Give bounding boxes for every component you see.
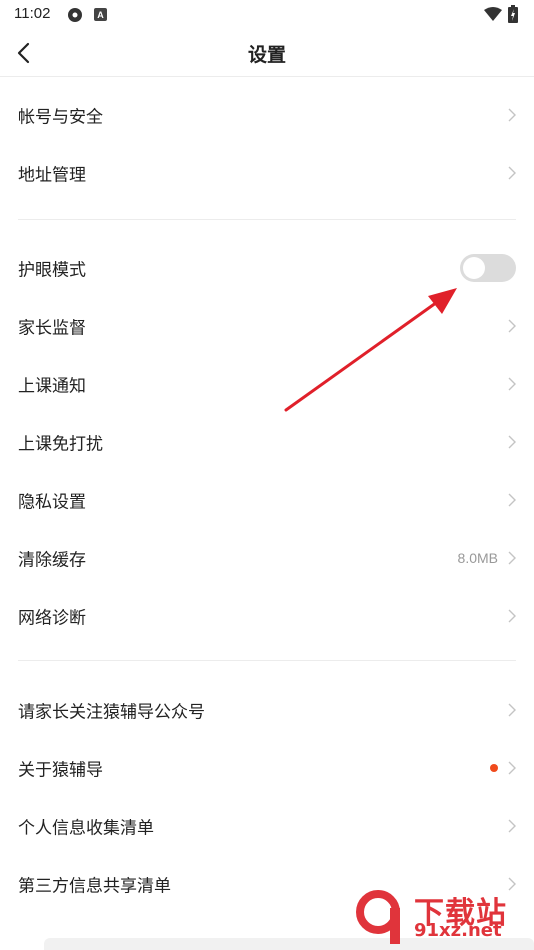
chevron-right-icon (508, 703, 516, 717)
settings-item-label: 家长监督 (18, 318, 86, 338)
battery-icon (508, 5, 518, 23)
toggle-knob (463, 257, 485, 279)
settings-item-class-do-not-disturb[interactable]: 上课免打扰 (0, 413, 534, 471)
settings-item-label: 地址管理 (18, 165, 86, 185)
settings-item-account-security[interactable]: 帐号与安全 (0, 86, 534, 144)
settings-item-about[interactable]: 关于猿辅导 (0, 739, 534, 797)
settings-item-clear-cache[interactable]: 清除缓存 8.0MB (0, 529, 534, 587)
status-time: 11:02 (14, 5, 51, 22)
chevron-right-icon (508, 761, 516, 775)
page-title: 设置 (247, 45, 286, 66)
chevron-right-icon (508, 166, 516, 180)
settings-item-label: 网络诊断 (18, 608, 86, 628)
settings-item-label: 隐私设置 (18, 492, 86, 512)
chevron-right-icon (508, 493, 516, 507)
settings-item-class-notification[interactable]: 上课通知 (0, 355, 534, 413)
cache-size-value: 8.0MB (457, 550, 498, 566)
settings-item-label: 个人信息收集清单 (18, 818, 154, 838)
chevron-right-icon (508, 551, 516, 565)
settings-item-label: 帐号与安全 (18, 107, 103, 127)
section-divider (18, 660, 516, 661)
settings-item-label: 上课通知 (18, 376, 86, 396)
chevron-right-icon (508, 319, 516, 333)
settings-item-network-diagnosis[interactable]: 网络诊断 (0, 587, 534, 645)
settings-item-label: 请家长关注猿辅导公众号 (18, 702, 205, 722)
settings-item-follow-official-account[interactable]: 请家长关注猿辅导公众号 (0, 681, 534, 739)
eye-care-toggle[interactable] (460, 254, 516, 282)
settings-item-parental-supervision[interactable]: 家长监督 (0, 297, 534, 355)
settings-item-label: 第三方信息共享清单 (18, 876, 171, 896)
settings-item-eye-care: 护眼模式 (0, 239, 534, 297)
chevron-right-icon (508, 877, 516, 891)
settings-item-label: 护眼模式 (18, 260, 86, 280)
watermark-url: 91xz.net (414, 920, 502, 941)
chevron-right-icon (508, 819, 516, 833)
new-badge-dot (490, 764, 498, 772)
chevron-right-icon (508, 609, 516, 623)
chevron-right-icon (508, 377, 516, 391)
settings-item-address[interactable]: 地址管理 (0, 144, 534, 202)
status-bar: 11:02 A (0, 0, 534, 30)
chevron-right-icon (508, 435, 516, 449)
app-notification-icon (68, 8, 82, 22)
svg-text:A: A (97, 10, 104, 20)
settings-item-label: 关于猿辅导 (18, 760, 103, 780)
chevron-right-icon (508, 108, 516, 122)
wifi-icon (484, 7, 502, 21)
watermark-emblem-icon (356, 890, 400, 944)
a-notification-icon: A (94, 8, 107, 21)
header-bar: 设置 (0, 30, 534, 77)
settings-item-label: 上课免打扰 (18, 434, 103, 454)
settings-item-privacy[interactable]: 隐私设置 (0, 471, 534, 529)
watermark-logo: 下载站 91xz.net (356, 890, 526, 946)
settings-item-personal-info-list[interactable]: 个人信息收集清单 (0, 797, 534, 855)
section-divider (18, 219, 516, 220)
settings-item-label: 清除缓存 (18, 550, 86, 570)
